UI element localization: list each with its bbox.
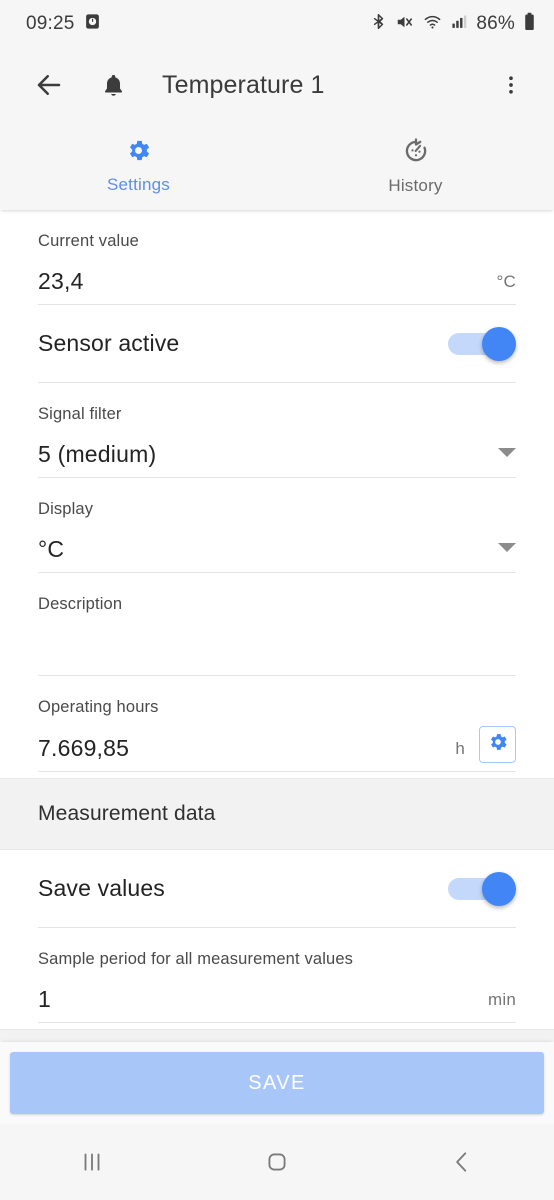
save-values-toggle[interactable] (448, 871, 516, 906)
display-label: Display (38, 500, 94, 518)
operating-hours-value[interactable]: 7.669,85 (38, 735, 129, 761)
chevron-down-icon[interactable] (498, 448, 516, 457)
wifi-icon (422, 13, 443, 36)
phone-screen: 09:25 86% Temperature 1 Settings History… (0, 0, 554, 1200)
sample-period-unit: min (488, 990, 516, 1009)
save-bar: SAVE (0, 1042, 554, 1124)
sample-period-label: Sample period for all measurement values (38, 950, 354, 968)
gear-icon (487, 731, 509, 758)
more-vertical-icon[interactable] (488, 62, 534, 108)
tab-settings-label: Settings (106, 175, 171, 194)
field-display[interactable]: Display °C (0, 478, 554, 573)
field-sample-period[interactable]: Sample period for all measurement values… (0, 928, 554, 1023)
battery-percent-label: 86% (476, 13, 515, 34)
field-signal-filter[interactable]: Signal filter 5 (medium) (0, 383, 554, 478)
field-description[interactable]: Description (0, 573, 554, 676)
mute-icon (395, 13, 414, 36)
status-bar-left: 09:25 (26, 13, 101, 35)
back-button[interactable] (26, 62, 72, 108)
bell-icon[interactable] (90, 62, 136, 108)
toggle-thumb (482, 871, 516, 906)
tab-history-label: History (388, 175, 443, 195)
operating-hours-unit: h (455, 739, 465, 758)
recents-icon[interactable] (52, 1124, 132, 1200)
operating-hours-settings-button[interactable] (479, 726, 516, 763)
sensor-active-toggle[interactable] (448, 326, 516, 361)
back-chevron-icon[interactable] (422, 1124, 502, 1200)
signal-filter-label: Signal filter (38, 405, 122, 423)
battery-icon (523, 12, 536, 36)
signal-filter-value[interactable]: 5 (medium) (38, 441, 156, 467)
chevron-down-icon[interactable] (498, 543, 516, 552)
tab-history[interactable]: History (277, 122, 554, 210)
sample-period-input[interactable]: 1 (38, 986, 51, 1012)
status-bar-clock: 09:25 (26, 13, 75, 34)
display-value[interactable]: °C (38, 536, 64, 562)
home-icon[interactable] (237, 1124, 317, 1200)
section-measurement-data-title: Measurement data (38, 802, 216, 825)
tab-bar: Settings History (0, 122, 554, 210)
save-values-label: Save values (38, 875, 165, 901)
sensor-active-label: Sensor active (38, 330, 180, 356)
field-current-value[interactable]: Current value 23,4 °C (0, 210, 554, 305)
row-save-values[interactable]: Save values (0, 850, 554, 928)
section-partial-next (0, 1029, 554, 1042)
operating-hours-label: Operating hours (38, 698, 159, 716)
app-bar: Temperature 1 (0, 48, 554, 122)
history-timer-icon (402, 137, 430, 170)
page-title: Temperature 1 (162, 70, 325, 99)
android-nav-bar (0, 1124, 554, 1200)
cellular-signal-icon (451, 13, 468, 35)
tab-settings[interactable]: Settings (0, 122, 277, 210)
current-value-input[interactable]: 23,4 (38, 268, 84, 294)
save-button[interactable]: SAVE (10, 1052, 544, 1114)
alarm-icon (84, 13, 101, 35)
bluetooth-icon (370, 12, 387, 36)
settings-form: Current value 23,4 °C Sensor active Sign… (0, 210, 554, 1042)
toggle-thumb (482, 326, 516, 361)
row-sensor-active[interactable]: Sensor active (0, 305, 554, 383)
status-bar: 09:25 86% (0, 0, 554, 48)
section-measurement-data: Measurement data (0, 778, 554, 850)
current-value-unit: °C (496, 272, 516, 291)
gear-icon (125, 137, 152, 169)
current-value-label: Current value (38, 232, 139, 250)
description-label: Description (38, 595, 123, 613)
field-operating-hours[interactable]: Operating hours 7.669,85 h (0, 676, 554, 772)
status-bar-right: 86% (370, 12, 536, 36)
